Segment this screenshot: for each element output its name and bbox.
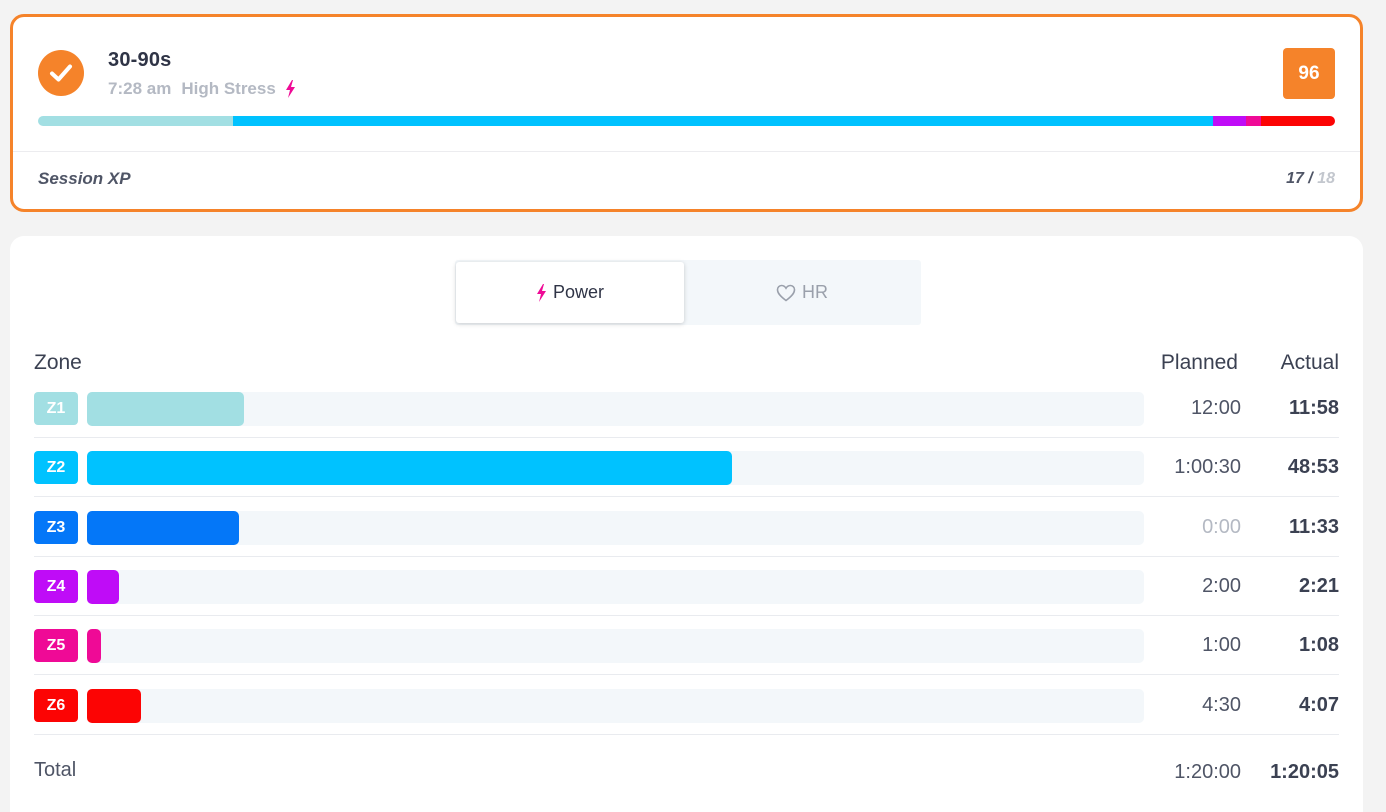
zone-actual-time: 2:21 bbox=[1298, 575, 1339, 597]
zone-bar-fill bbox=[87, 451, 732, 485]
zone-actual-time: 48:53 bbox=[1287, 456, 1339, 478]
hr-tab-label: HR bbox=[802, 282, 828, 302]
card-divider bbox=[13, 151, 1360, 152]
total-actual-time: 1:20:05 bbox=[1270, 761, 1339, 783]
zone-row: Z6 4:30 4:07 bbox=[34, 676, 1339, 735]
lightning-bolt-icon bbox=[285, 80, 296, 98]
zone-tag: Z4 bbox=[34, 570, 78, 603]
heart-icon bbox=[776, 284, 796, 302]
zone-row: Z4 2:00 2:21 bbox=[34, 557, 1339, 616]
zone-row: Z2 1:00:30 48:53 bbox=[34, 438, 1339, 497]
zone-strip-segment bbox=[1261, 116, 1335, 126]
zone-bar-track bbox=[87, 689, 1144, 723]
zone-tag: Z2 bbox=[34, 451, 78, 484]
zone-actual-time: 1:08 bbox=[1298, 634, 1339, 656]
zone-strip-segment bbox=[38, 116, 233, 126]
zone-planned-time: 1:00 bbox=[1202, 634, 1241, 656]
power-tab[interactable]: Power bbox=[456, 262, 684, 323]
zone-tag: Z3 bbox=[34, 511, 78, 544]
stress-label: High Stress bbox=[181, 79, 276, 98]
zones-panel: Power HR Zone Planned Actual Z1 12:00 11… bbox=[10, 236, 1363, 812]
xp-max: 18 bbox=[1317, 170, 1335, 187]
zone-tag: Z1 bbox=[34, 392, 78, 425]
metric-toggle: Power HR bbox=[455, 260, 921, 325]
planned-column-header: Planned bbox=[1160, 351, 1238, 374]
zone-planned-time: 0:00 bbox=[1202, 516, 1241, 538]
lightning-bolt-icon bbox=[536, 283, 547, 302]
zone-bar-fill bbox=[87, 570, 119, 604]
zone-planned-time: 2:00 bbox=[1202, 575, 1241, 597]
zone-row: Z1 12:00 11:58 bbox=[34, 379, 1339, 438]
zone-bar-track bbox=[87, 570, 1144, 604]
zone-bar-track bbox=[87, 451, 1144, 485]
zone-bar-track bbox=[87, 511, 1144, 545]
zone-strip-segment bbox=[1213, 116, 1246, 126]
session-time: 7:28 am bbox=[108, 79, 172, 98]
session-meta: 7:28 am High Stress bbox=[108, 79, 296, 99]
zone-bar-fill bbox=[87, 629, 101, 663]
total-label: Total bbox=[34, 759, 77, 781]
actual-column-header: Actual bbox=[1280, 351, 1339, 374]
zone-tag: Z5 bbox=[34, 629, 78, 662]
zone-column-header: Zone bbox=[34, 351, 82, 374]
session-xp-value: 17 / 18 bbox=[1286, 170, 1335, 188]
zone-tag: Z6 bbox=[34, 689, 78, 722]
zone-distribution-strip bbox=[38, 116, 1335, 126]
zone-actual-time: 11:33 bbox=[1288, 516, 1339, 538]
zone-bar-track bbox=[87, 629, 1144, 663]
total-row: Total 1:20:00 1:20:05 bbox=[34, 756, 1339, 786]
xp-separator: / bbox=[1303, 170, 1318, 187]
power-tab-label: Power bbox=[552, 282, 605, 302]
session-title: 30-90s bbox=[108, 49, 172, 71]
xp-current: 17 bbox=[1286, 170, 1304, 187]
zone-actual-time: 11:58 bbox=[1288, 397, 1339, 419]
zone-row: Z3 0:00 11:33 bbox=[34, 498, 1339, 557]
zone-bar-fill bbox=[87, 689, 141, 723]
zone-bar-fill bbox=[87, 511, 240, 545]
completed-check-icon bbox=[38, 50, 84, 96]
session-card[interactable]: 30-90s 7:28 am High Stress 96 Session XP… bbox=[10, 14, 1363, 212]
zone-row: Z5 1:00 1:08 bbox=[34, 616, 1339, 675]
hr-tab[interactable]: HR bbox=[684, 262, 920, 323]
score-badge: 96 bbox=[1283, 48, 1335, 99]
zone-planned-time: 1:00:30 bbox=[1174, 456, 1241, 478]
zone-strip-segment bbox=[1245, 116, 1262, 126]
zone-planned-time: 12:00 bbox=[1190, 397, 1241, 419]
zone-bar-fill bbox=[87, 392, 245, 426]
total-planned-time: 1:20:00 bbox=[1174, 761, 1241, 783]
session-xp-label: Session XP bbox=[38, 169, 131, 188]
zone-planned-time: 4:30 bbox=[1202, 694, 1241, 716]
zone-bar-track bbox=[87, 392, 1144, 426]
zone-strip-segment bbox=[232, 116, 1214, 126]
zone-actual-time: 4:07 bbox=[1298, 694, 1339, 716]
